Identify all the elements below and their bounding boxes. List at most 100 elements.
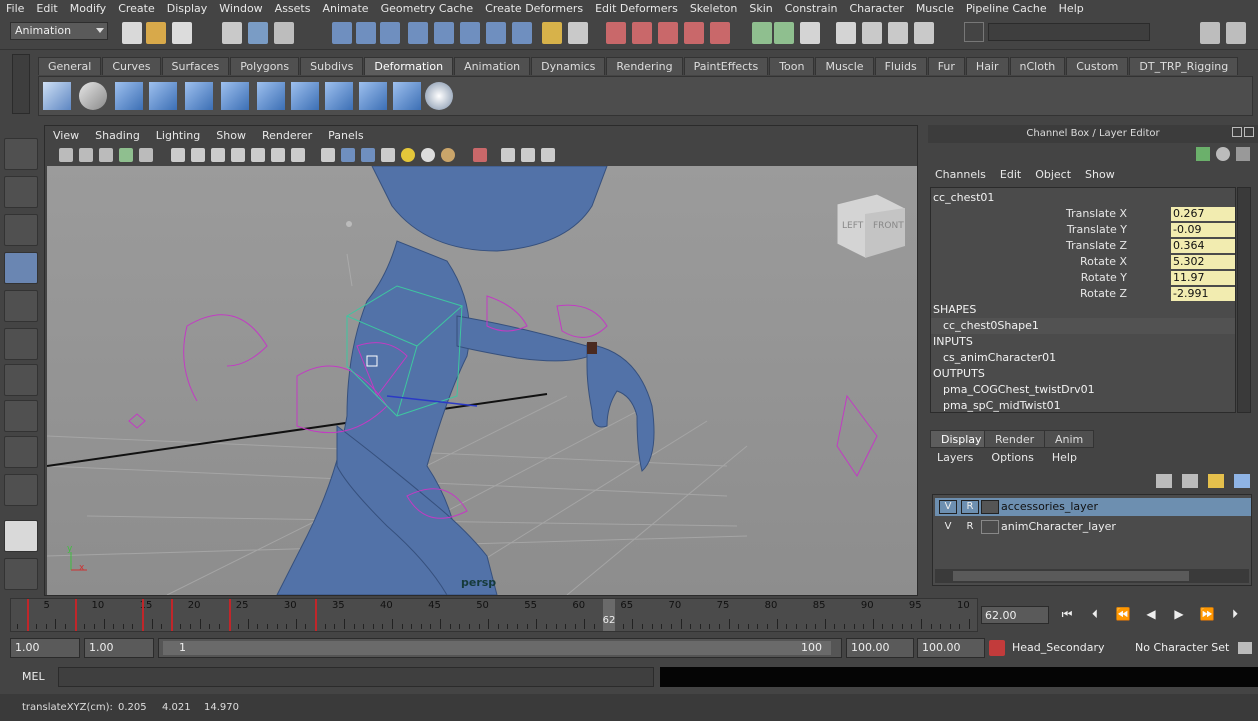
highlight-selection-icon[interactable] (568, 22, 588, 44)
channel-row[interactable]: Translate X 0.267 (931, 206, 1235, 222)
camera-attributes-icon[interactable] (79, 148, 93, 162)
help-menu[interactable]: Help (1043, 450, 1086, 466)
select-component-icon[interactable] (274, 22, 294, 44)
twist-icon[interactable] (257, 82, 285, 110)
menu-modify[interactable]: Modify (64, 0, 112, 18)
tab-anim[interactable]: Anim (1044, 430, 1095, 448)
lasso-tool-icon[interactable] (4, 176, 38, 208)
new-layer-icon[interactable] (1208, 474, 1224, 488)
channel-menu-channels[interactable]: Channels (928, 168, 993, 181)
channel-scrollbar[interactable] (1237, 187, 1251, 413)
lock-selection-icon[interactable] (542, 22, 562, 44)
options-menu[interactable]: Options (982, 450, 1042, 466)
wire-icon[interactable] (359, 82, 387, 110)
snap-grid-icon[interactable] (606, 22, 626, 44)
snap-curve-icon[interactable] (632, 22, 652, 44)
soft-mod-tool-icon[interactable] (4, 400, 38, 432)
shelf-tab-rendering[interactable]: Rendering (606, 57, 683, 75)
input-ops-icon[interactable] (752, 22, 772, 44)
safe-title-icon[interactable] (291, 148, 305, 162)
channel-axis-icon[interactable] (1196, 147, 1210, 161)
camera-select-icon[interactable] (59, 148, 73, 162)
select-by-surface-icon[interactable] (408, 22, 428, 44)
current-frame-marker[interactable]: 62 (602, 599, 615, 631)
xray-joints-icon[interactable] (521, 148, 535, 162)
save-scene-icon[interactable] (172, 22, 192, 44)
select-by-handle-icon[interactable] (332, 22, 352, 44)
layer-color-swatch[interactable] (981, 520, 999, 534)
shelf-tab-deformation[interactable]: Deformation (364, 57, 454, 75)
menu-constrain[interactable]: Constrain (779, 0, 844, 18)
select-hierarchy-icon[interactable] (222, 22, 242, 44)
menu-help[interactable]: Help (1053, 0, 1090, 18)
channel-row[interactable]: Translate Z 0.364 (931, 238, 1235, 254)
single-pane-layout-icon[interactable] (4, 520, 38, 552)
viewport-3d-canvas[interactable]: LEFT FRONT y x persp (46, 165, 917, 596)
channel-attr-value[interactable]: -2.991 (1171, 287, 1235, 301)
shelf-tab-animation[interactable]: Animation (454, 57, 531, 75)
two-d-pan-zoom-icon[interactable] (139, 148, 153, 162)
select-by-dynamic-icon[interactable] (460, 22, 480, 44)
viewport-menu-renderer[interactable]: Renderer (254, 129, 320, 142)
xray-icon[interactable] (501, 148, 515, 162)
menu-pipeline-cache[interactable]: Pipeline Cache (960, 0, 1053, 18)
menu-set-dropdown[interactable]: Animation (10, 22, 108, 40)
layer-color-swatch[interactable] (981, 500, 999, 514)
layers-menu[interactable]: Layers (928, 450, 982, 466)
default-light-icon[interactable] (401, 148, 415, 162)
current-time-field[interactable]: 62.00 (981, 606, 1049, 624)
xray-components-icon[interactable] (541, 148, 555, 162)
visibility-toggle[interactable]: V (939, 500, 957, 514)
float-panel-icon[interactable] (1232, 127, 1242, 137)
wireframe-icon[interactable] (321, 148, 335, 162)
snap-point-icon[interactable] (658, 22, 678, 44)
rotate-tool-icon[interactable] (4, 290, 38, 322)
shelf-tab-general[interactable]: General (38, 57, 102, 75)
move-tool-icon[interactable] (4, 252, 38, 284)
bend-icon[interactable] (115, 82, 143, 110)
viewport-menu-view[interactable]: View (45, 129, 87, 142)
play-backwards-icon[interactable]: ◀ (1142, 607, 1160, 623)
select-object-icon[interactable] (248, 22, 268, 44)
output-ops-icon[interactable] (774, 22, 794, 44)
layer-toggle-icon[interactable] (1216, 147, 1230, 161)
channel-attr-value[interactable]: 0.267 (1171, 207, 1235, 221)
shelf-tab-subdivs[interactable]: Subdivs (300, 57, 364, 75)
construction-history-icon[interactable] (800, 22, 820, 44)
layer-name[interactable]: accessories_layer (1001, 498, 1098, 516)
paint-select-tool-icon[interactable] (4, 214, 38, 246)
shape-node[interactable]: cc_chest0Shape1 (931, 318, 1235, 334)
step-back-frame-icon[interactable]: ⏴ (1086, 607, 1104, 623)
playback-start-field[interactable]: 1.00 (84, 638, 154, 658)
search-icon[interactable] (964, 22, 984, 42)
layer-row[interactable]: V R accessories_layer (935, 498, 1251, 516)
scroll-thumb[interactable] (953, 571, 1189, 581)
menu-character[interactable]: Character (844, 0, 910, 18)
wireframe-on-shaded-icon[interactable] (361, 148, 375, 162)
viewport-menu-panels[interactable]: Panels (320, 129, 371, 142)
playback-end-field[interactable]: 100.00 (846, 638, 914, 658)
shelf-tab-muscle[interactable]: Muscle (815, 57, 874, 75)
menu-edit-deformers[interactable]: Edit Deformers (589, 0, 684, 18)
shelf-tab-painteffects[interactable]: PaintEffects (683, 57, 769, 75)
mel-label[interactable]: MEL (22, 670, 45, 683)
channel-attr-value[interactable]: -0.09 (1171, 223, 1235, 237)
ipr-render-icon[interactable] (862, 22, 882, 44)
range-slider[interactable]: 1 100 (158, 638, 842, 658)
play-forwards-icon[interactable]: ▶ (1170, 607, 1188, 623)
menu-window[interactable]: Window (213, 0, 268, 18)
auto-key-icon[interactable] (1238, 642, 1252, 654)
render-settings-icon[interactable] (888, 22, 908, 44)
channel-row[interactable]: Rotate Z -2.991 (931, 286, 1235, 302)
pin-icon[interactable] (1236, 147, 1250, 161)
output-node[interactable]: pma_spC_midTwist01 (931, 398, 1235, 412)
new-scene-icon[interactable] (122, 22, 142, 44)
tab-render[interactable]: Render (984, 430, 1046, 448)
shelf-menu-handle[interactable] (12, 54, 30, 114)
menu-skin[interactable]: Skin (743, 0, 778, 18)
select-tool-icon[interactable] (4, 138, 38, 170)
universal-manip-icon[interactable] (4, 364, 38, 396)
textured-icon[interactable] (381, 148, 395, 162)
reference-toggle[interactable]: R (961, 500, 979, 514)
view-cube[interactable]: LEFT FRONT (836, 193, 906, 259)
